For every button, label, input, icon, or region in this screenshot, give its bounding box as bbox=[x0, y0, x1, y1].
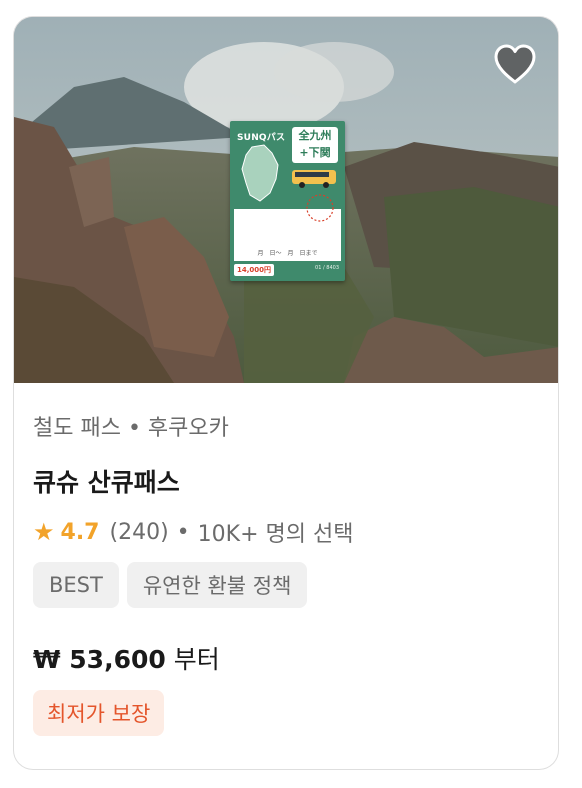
price: ₩ 53,600 부터 bbox=[33, 640, 220, 676]
pass-code: 01 / 8403 bbox=[315, 265, 339, 271]
tag-best: BEST bbox=[33, 562, 119, 608]
bus-icon bbox=[292, 170, 336, 188]
pass-region-line2: +下関 bbox=[299, 146, 331, 159]
product-image[interactable]: SUNQパス 全九州 +下関 月 日〜 月 日まで 14,000円 01 / 8… bbox=[14, 17, 558, 383]
review-count: (240) bbox=[109, 519, 169, 545]
product-category: 철도 패스 • 후쿠오카 bbox=[33, 416, 229, 441]
rating-row: ★ 4.7 (240) • 10K+ 명의 선택 bbox=[33, 516, 353, 548]
kyushu-map-icon bbox=[241, 144, 279, 202]
wishlist-button[interactable] bbox=[492, 43, 538, 85]
tag-list: BEST 유연한 환불 정책 bbox=[33, 562, 308, 608]
heart-icon bbox=[494, 44, 536, 84]
popularity-count: 10K+ 명의 선택 bbox=[197, 522, 354, 547]
lowest-price-badge: 최저가 보장 bbox=[33, 690, 165, 736]
pass-date-line: 月 日〜 月 日まで bbox=[257, 250, 318, 257]
stamp-icon bbox=[306, 194, 334, 222]
rating-value: 4.7 bbox=[60, 519, 100, 545]
pass-price: 14,000円 bbox=[234, 264, 275, 276]
sunq-pass-ticket-image: SUNQパス 全九州 +下関 月 日〜 月 日まで 14,000円 01 / 8… bbox=[230, 121, 345, 281]
tag-flexible-refund: 유연한 환불 정책 bbox=[126, 562, 308, 608]
price-amount: ₩ 53,600 bbox=[33, 645, 166, 674]
star-icon: ★ bbox=[33, 518, 55, 546]
price-suffix: 부터 bbox=[173, 645, 220, 674]
pass-logo: SUNQパス bbox=[237, 133, 286, 143]
separator-dot: • bbox=[176, 519, 190, 545]
pass-region-line1: 全九州 bbox=[298, 129, 332, 142]
product-title[interactable]: 큐슈 산큐패스 bbox=[33, 463, 180, 499]
pass-region-label: 全九州 +下関 bbox=[292, 127, 338, 163]
